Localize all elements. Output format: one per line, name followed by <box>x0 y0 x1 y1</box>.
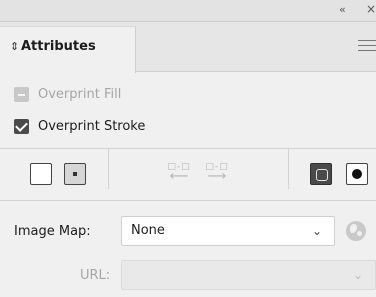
image-map-label: Image Map: <box>14 224 91 239</box>
panel-titlebar: « × <box>0 0 376 22</box>
overprint-fill-checkbox[interactable] <box>14 86 29 102</box>
url-label: URL: <box>80 268 111 283</box>
hide-center-point-button[interactable] <box>30 163 52 185</box>
divider <box>108 149 109 189</box>
chevron-down-icon: ⌄ <box>311 224 322 238</box>
divider <box>288 149 289 189</box>
tab-attributes-label: Attributes <box>21 39 96 54</box>
overprint-stroke-row[interactable]: Overprint Stroke <box>14 116 145 136</box>
panel-menu-icon[interactable] <box>358 40 376 55</box>
overprint-fill-label: Overprint Fill <box>38 86 122 102</box>
tab-attributes[interactable]: ⇕ Attributes <box>0 26 136 73</box>
divider <box>0 200 376 201</box>
chevron-down-icon: ⌄ <box>352 268 363 282</box>
reverse-path-direction-on-button[interactable]: □-□ ⟶ <box>204 162 230 186</box>
overprint-fill-row[interactable]: Overprint Fill <box>14 84 121 104</box>
browser-globe-icon[interactable] <box>346 221 366 241</box>
url-input[interactable]: ⌄ <box>121 260 376 290</box>
reverse-path-direction-off-button[interactable]: □-□ ⟵ <box>166 162 192 186</box>
collapse-panel-icon[interactable]: « <box>339 3 346 16</box>
fill-rule-nonzero-button[interactable] <box>310 163 332 185</box>
show-center-point-button[interactable] <box>64 163 86 185</box>
close-panel-icon[interactable]: × <box>366 2 376 16</box>
image-map-value: None <box>131 223 165 238</box>
overprint-stroke-label: Overprint Stroke <box>38 118 146 134</box>
divider <box>0 148 376 149</box>
fill-rule-evenodd-button[interactable] <box>346 163 368 185</box>
updown-arrows-icon[interactable]: ⇕ <box>10 40 19 53</box>
overprint-stroke-checkbox[interactable] <box>14 118 29 134</box>
image-map-select[interactable]: None ⌄ <box>121 216 335 246</box>
panel-tab-row: ⇕ Attributes <box>0 22 376 73</box>
